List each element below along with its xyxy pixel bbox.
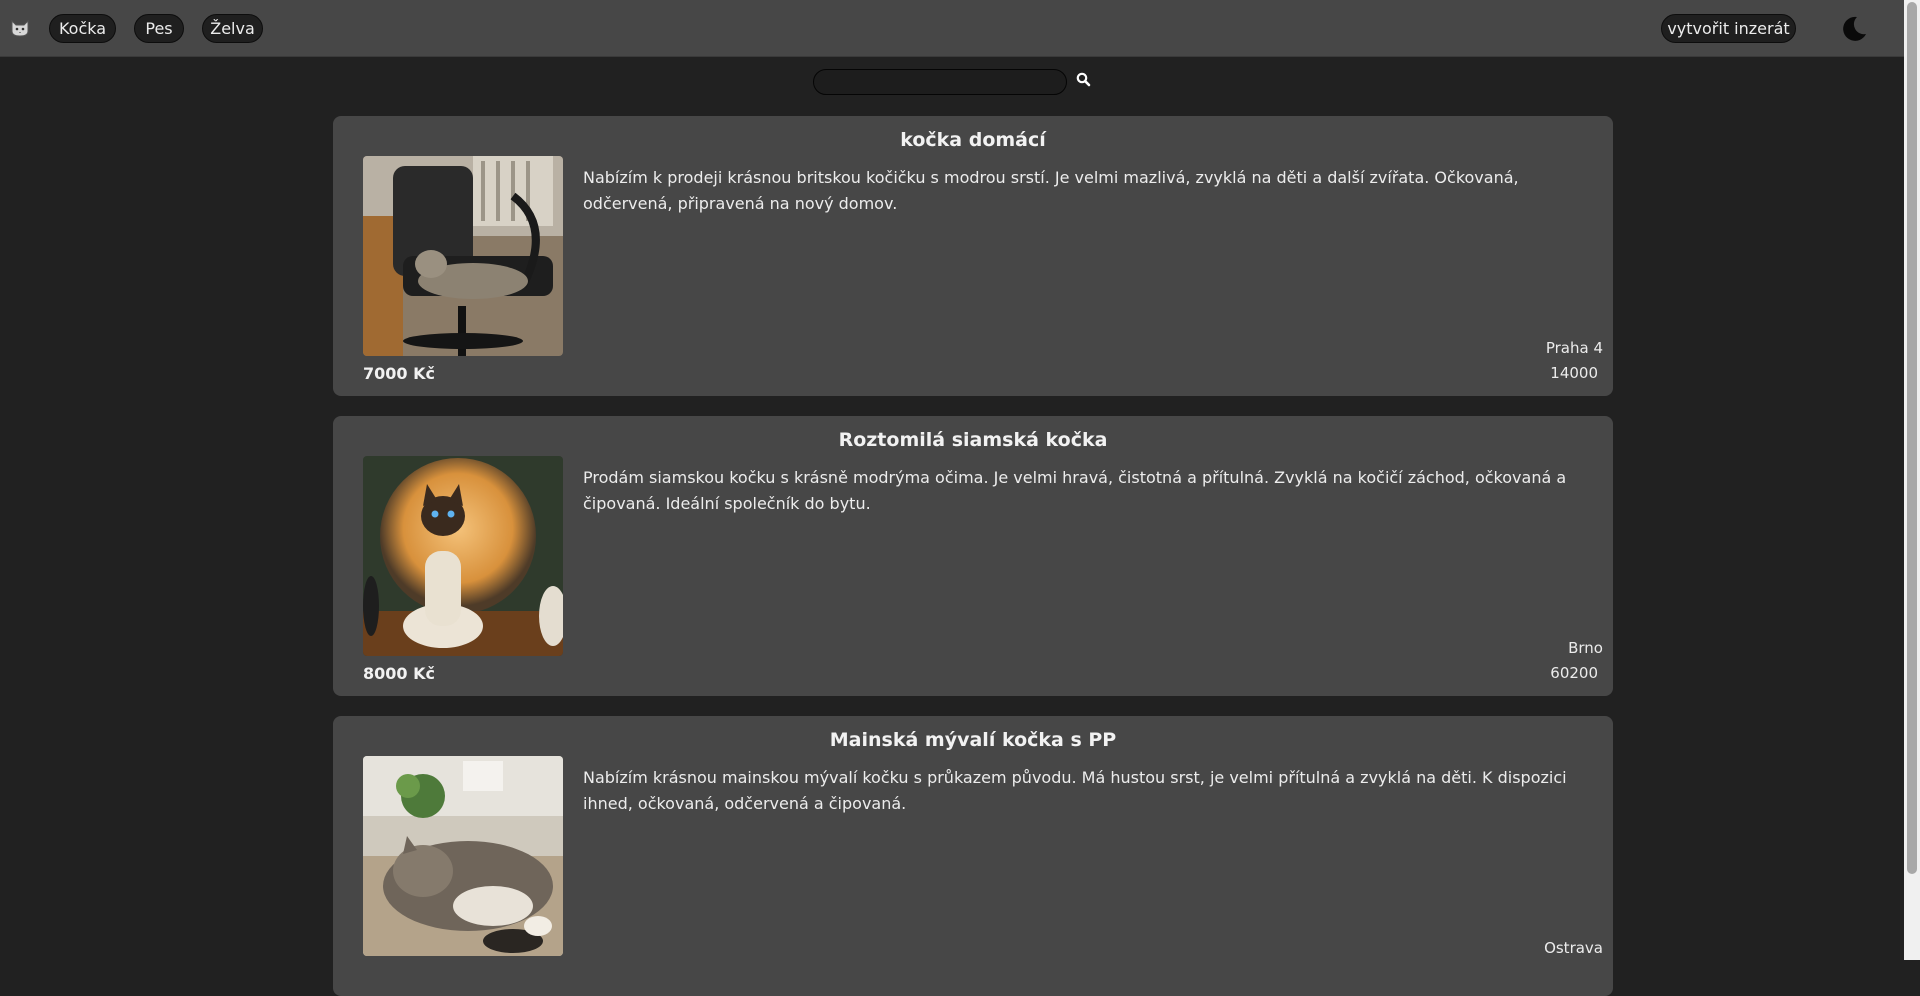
nav-category-pes[interactable]: Pes xyxy=(134,14,184,43)
cat-face-icon[interactable] xyxy=(9,17,31,39)
listing-city: Ostrava xyxy=(1544,939,1603,957)
top-navbar: Kočka Pes Želva vytvořit inzerát xyxy=(0,0,1904,57)
search-input[interactable] xyxy=(813,69,1067,95)
listing-zip: 60200 xyxy=(1550,664,1598,682)
listing-description: Prodám siamskou kočku s krásně modrýma o… xyxy=(583,468,1567,513)
listing-city: Praha 4 xyxy=(1545,339,1603,357)
search-icon[interactable] xyxy=(1075,71,1093,89)
moon-icon[interactable] xyxy=(1840,15,1868,43)
listing-city: Brno xyxy=(1568,639,1603,657)
listing-price: 7000 Kč xyxy=(363,364,435,383)
listing-zip: 14000 xyxy=(1550,364,1598,382)
listing-description: Nabízím krásnou mainskou mývalí kočku s … xyxy=(583,768,1567,813)
listing-photo[interactable] xyxy=(363,156,563,356)
listing-title[interactable]: Roztomilá siamská kočka xyxy=(333,429,1613,451)
listing-card[interactable]: Mainská mývalí kočka s PP Nabízím krásno… xyxy=(333,716,1613,996)
scrollbar-thumb[interactable] xyxy=(1907,2,1917,874)
listing-card[interactable]: Roztomilá siamská kočka Prodám siamskou … xyxy=(333,416,1613,696)
listing-photo[interactable] xyxy=(363,456,563,656)
nav-category-kocka[interactable]: Kočka xyxy=(49,14,116,43)
listing-title[interactable]: Mainská mývalí kočka s PP xyxy=(333,729,1613,751)
create-listing-button[interactable]: vytvořit inzerát xyxy=(1661,14,1796,43)
listing-title[interactable]: kočka domácí xyxy=(333,129,1613,151)
listing-description: Nabízím k prodeji krásnou britskou kočič… xyxy=(583,168,1519,213)
listing-photo[interactable] xyxy=(363,756,563,956)
listing-card[interactable]: kočka domácí Nabízím k prodeji krásnou b… xyxy=(333,116,1613,396)
nav-category-zelva[interactable]: Želva xyxy=(202,14,263,43)
listing-price: 8000 Kč xyxy=(363,664,435,683)
